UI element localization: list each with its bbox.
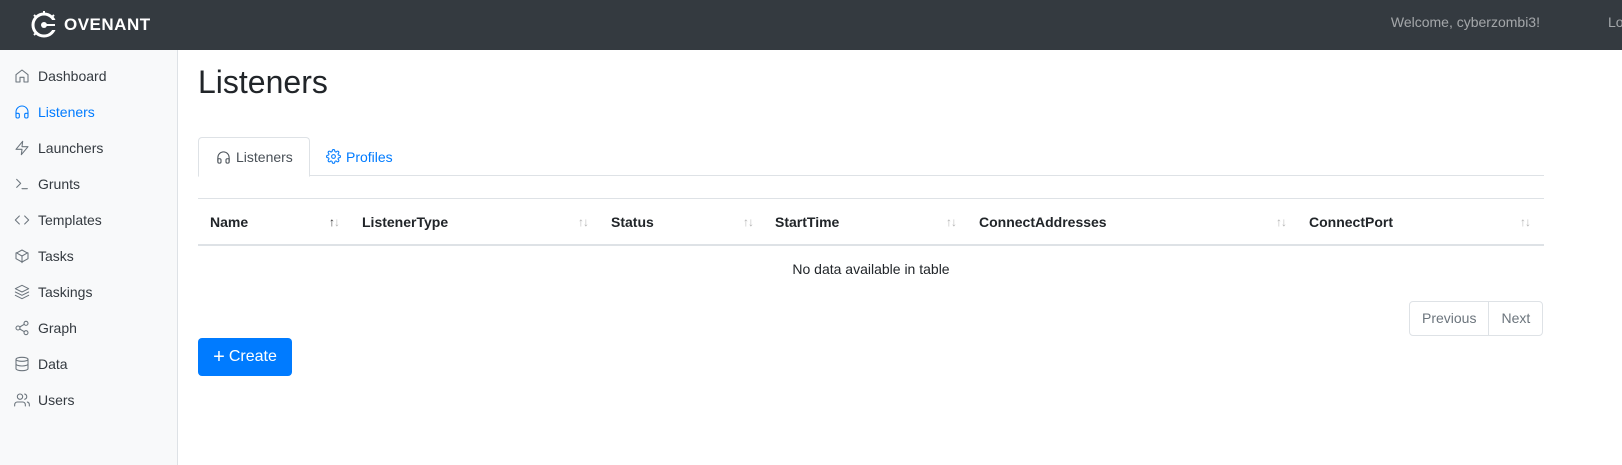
sidebar-item-templates[interactable]: Templates [0, 202, 177, 238]
headphones-icon [216, 150, 231, 165]
sort-icon[interactable]: ↑↓ [946, 215, 957, 229]
sidebar-item-label: Graph [38, 320, 77, 336]
welcome-text: Welcome, cyberzombi3! [1390, 14, 1540, 30]
column-header-starttime[interactable]: StartTime [775, 199, 839, 245]
pagination: Previous Next [1409, 301, 1544, 336]
sort-icon[interactable]: ↑↓ [578, 215, 589, 229]
column-header-status[interactable]: Status [611, 199, 654, 245]
covenant-logo-icon [31, 11, 58, 38]
sort-icon[interactable]: ↑↓ [329, 215, 340, 229]
create-button[interactable]: + Create [198, 338, 292, 376]
previous-button[interactable]: Previous [1410, 302, 1490, 335]
database-icon [14, 356, 30, 372]
next-button[interactable]: Next [1489, 302, 1542, 335]
sidebar-item-label: Data [38, 356, 68, 372]
sidebar: Dashboard Listeners Launchers Grunts Tem… [0, 50, 178, 465]
gear-icon [326, 149, 341, 164]
code-icon [14, 212, 30, 228]
tab-listeners[interactable]: Listeners [198, 137, 310, 177]
logout-link[interactable]: Lo [1608, 0, 1622, 50]
tab-profiles[interactable]: Profiles [326, 137, 393, 176]
top-navbar: OVENANT Welcome, cyberzombi3! Lo [0, 0, 1622, 50]
brand-name: OVENANT [64, 15, 151, 34]
terminal-icon [14, 176, 30, 192]
column-header-connectaddresses[interactable]: ConnectAddresses [979, 199, 1107, 245]
covenant-logo[interactable]: OVENANT [28, 9, 151, 41]
create-button-label: Create [228, 348, 277, 365]
sidebar-item-users[interactable]: Users [0, 382, 177, 418]
sidebar-item-label: Dashboard [38, 68, 107, 84]
sidebar-item-label: Tasks [38, 248, 74, 264]
empty-table-message: No data available in table [792, 261, 950, 277]
sidebar-item-tasks[interactable]: Tasks [0, 238, 177, 274]
sidebar-item-taskings[interactable]: Taskings [0, 274, 177, 310]
sidebar-item-graph[interactable]: Graph [0, 310, 177, 346]
sidebar-item-label: Taskings [38, 284, 93, 300]
sidebar-item-dashboard[interactable]: Dashboard [0, 58, 177, 94]
sidebar-item-listeners[interactable]: Listeners [0, 94, 177, 130]
sidebar-item-label: Listeners [38, 104, 95, 120]
tab-label: Profiles [346, 148, 393, 165]
sort-icon[interactable]: ↑↓ [1520, 215, 1531, 229]
column-header-connectport[interactable]: ConnectPort [1309, 199, 1393, 245]
headphones-icon [14, 104, 30, 120]
sort-icon[interactable]: ↑↓ [1276, 215, 1287, 229]
sidebar-item-label: Templates [38, 212, 102, 228]
sidebar-item-launchers[interactable]: Launchers [0, 130, 177, 166]
table-header: Name ↑↓ ListenerType ↑↓ Status ↑↓ StartT… [198, 198, 1544, 246]
page-title: Listeners [198, 64, 328, 100]
sidebar-item-data[interactable]: Data [0, 346, 177, 382]
sidebar-item-label: Users [38, 392, 75, 408]
users-icon [14, 392, 30, 408]
tab-label: Listeners [236, 149, 293, 165]
sidebar-item-label: Launchers [38, 140, 104, 156]
sidebar-item-grunts[interactable]: Grunts [0, 166, 177, 202]
sort-icon[interactable]: ↑↓ [743, 215, 754, 229]
listeners-table: Name ↑↓ ListenerType ↑↓ Status ↑↓ StartT… [198, 198, 1544, 292]
tab-bar: Listeners Profiles [198, 137, 1544, 177]
column-header-name[interactable]: Name [210, 199, 248, 245]
column-header-listenertype[interactable]: ListenerType [362, 199, 448, 245]
home-icon [14, 68, 30, 84]
box-icon [14, 248, 30, 264]
zap-icon [14, 140, 30, 156]
share-icon [14, 320, 30, 336]
layers-icon [14, 284, 30, 300]
plus-icon: + [213, 346, 225, 368]
sidebar-item-label: Grunts [38, 176, 81, 192]
